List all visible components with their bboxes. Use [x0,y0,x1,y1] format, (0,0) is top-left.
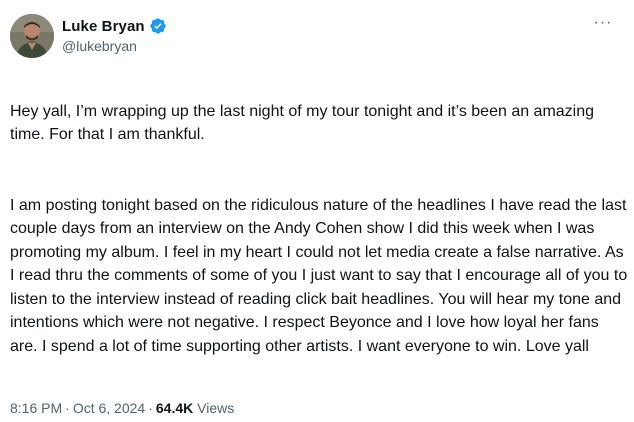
tweet-timestamp[interactable]: 8:16 PM · Oct 6, 2024 [10,400,145,416]
tweet-paragraph: I am posting tonight based on the ridicu… [10,196,628,355]
tweet-date: Oct 6, 2024 [72,400,146,416]
tweet-header: Luke Bryan @lukebryan ··· [10,14,624,64]
author-display-name[interactable]: Luke Bryan [62,18,145,35]
tweet-text: Hey yall, I’m wrapping up the last night… [10,76,630,382]
verified-badge-icon [149,17,167,35]
author-names: Luke Bryan @lukebryan [62,16,167,54]
views-label: Views [197,400,235,416]
meta-separator: · [65,400,70,416]
more-options-icon[interactable]: ··· [592,15,614,36]
author-handle[interactable]: @lukebryan [62,38,167,54]
tweet-card: Luke Bryan @lukebryan ··· Hey yall, I’m … [0,0,634,422]
tweet-meta: 8:16 PM · Oct 6, 2024 · 64.4K Views [10,400,234,416]
profile-photo-icon [10,14,54,58]
tweet-paragraph: Hey yall, I’m wrapping up the last night… [10,102,595,144]
tweet-time: 8:16 PM [10,400,63,416]
meta-separator: · [148,400,153,416]
views-count: 64.4K [155,400,194,416]
avatar[interactable] [10,14,54,58]
